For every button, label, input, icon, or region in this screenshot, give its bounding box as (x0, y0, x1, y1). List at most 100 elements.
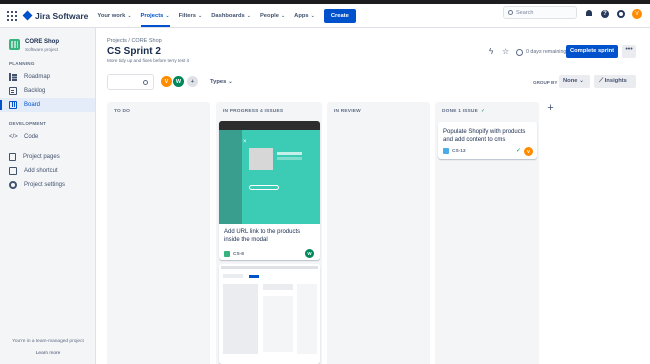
nav-apps-label: Apps (294, 12, 309, 19)
sidebar-item-project-pages[interactable]: Project pages (0, 150, 95, 164)
group-by-label: GROUP BY (533, 80, 558, 85)
check-icon: ✓ (481, 109, 486, 114)
insights-button[interactable]: ⟋ Insights (594, 75, 636, 88)
team-managed-note: You're in a team-managed project (12, 339, 84, 344)
issue-key: CS-13 (452, 148, 466, 154)
preview-header (221, 266, 318, 269)
sidebar-item-project-settings[interactable]: Project settings (0, 178, 95, 192)
card-assignee-avatar[interactable]: V (524, 147, 533, 156)
automation-icon[interactable]: ϟ (489, 48, 497, 56)
chevron-down-icon: ⌄ (246, 12, 251, 19)
search-icon (143, 80, 148, 85)
chevron-down-icon: ⌄ (165, 12, 170, 19)
group-by-value: None (563, 78, 578, 84)
issue-card[interactable]: Populate Shopify with products and add c… (438, 122, 537, 159)
nav-filters[interactable]: Filters ⌄ (179, 13, 203, 19)
sidebar-item-label: Board (24, 102, 41, 108)
sidebar-item-label: Add shortcut (24, 168, 58, 174)
create-button[interactable]: Create (323, 8, 356, 23)
chevron-down-icon: ⌄ (227, 79, 233, 85)
global-search-input[interactable]: Search (503, 6, 577, 19)
chevron-down-icon: ⌄ (127, 12, 132, 19)
card-assignee-avatar[interactable]: W (305, 249, 314, 258)
project-sidebar: CORE Shop Software project PLANNING Road… (0, 28, 96, 364)
sidebar-item-board[interactable]: Board (0, 98, 95, 112)
preview-block (263, 284, 293, 290)
sidebar-item-roadmap[interactable]: Roadmap (0, 70, 95, 84)
product-text (277, 152, 302, 155)
done-check-icon: ✓ (516, 148, 522, 154)
more-actions-button[interactable]: ••• (622, 45, 636, 58)
product-image (249, 148, 273, 170)
column-title: IN REVIEW (334, 109, 361, 114)
notifications-icon[interactable] (585, 10, 593, 18)
task-icon (443, 148, 449, 154)
board-search-input[interactable] (107, 74, 154, 90)
card-cover-image (219, 264, 320, 364)
preview-block (223, 274, 243, 278)
sidebar-item-label: Backlog (24, 88, 46, 94)
sidebar-item-backlog[interactable]: Backlog (0, 84, 95, 98)
types-label: Types (210, 79, 227, 85)
nav-dashboards[interactable]: Dashboards ⌄ (211, 13, 251, 19)
code-icon: </> (9, 134, 18, 140)
issue-card[interactable] (219, 264, 320, 364)
help-icon[interactable]: ? (601, 10, 609, 18)
project-name: CORE Shop (25, 39, 59, 45)
sidebar-item-label: Project settings (24, 182, 66, 188)
board-icon (9, 101, 17, 109)
preview-block (263, 296, 293, 352)
preview-header (219, 121, 320, 130)
star-icon[interactable]: ☆ (502, 48, 510, 56)
complete-sprint-button[interactable]: Complete sprint (566, 45, 618, 58)
types-filter[interactable]: Types ⌄ (210, 79, 233, 85)
nav-apps[interactable]: Apps ⌄ (294, 13, 315, 19)
nav-projects[interactable]: Projects ⌄ (140, 12, 170, 27)
nav-dashboards-label: Dashboards (211, 12, 245, 19)
user-avatar[interactable]: V (632, 9, 642, 19)
close-icon: × (243, 139, 247, 145)
insights-label: Insights (604, 78, 627, 84)
card-title: Add URL link to the products inside the … (224, 229, 301, 243)
sidebar-item-code[interactable]: </> Code (0, 130, 95, 144)
add-people-icon[interactable]: + (186, 75, 199, 88)
chart-icon: ⟋ (599, 78, 604, 84)
days-remaining: 0 days remaining (526, 49, 567, 55)
brand-name: Jira Software (35, 10, 89, 21)
story-icon (224, 251, 230, 257)
development-heading: DEVELOPMENT (9, 121, 47, 126)
jira-logo[interactable]: Jira Software (22, 10, 89, 21)
issue-card[interactable]: × Add URL link to the products inside th… (219, 121, 320, 260)
column-title: IN PROGRESS 4 ISSUES (223, 109, 284, 114)
add-column-button[interactable]: + (544, 102, 557, 115)
chevron-down-icon: ⌄ (198, 12, 203, 19)
app-switcher-icon[interactable] (7, 10, 17, 21)
column-title: TO DO (114, 109, 131, 114)
add-shortcut-icon (9, 167, 17, 175)
preview-sidebar (219, 130, 242, 224)
chevron-down-icon: ⌄ (310, 12, 315, 19)
preview-button (249, 185, 279, 190)
preview-block (297, 284, 317, 354)
assignee-filter-avatar[interactable]: W (172, 75, 185, 88)
clock-icon (516, 49, 523, 56)
nav-people[interactable]: People ⌄ (260, 13, 285, 19)
sidebar-item-label: Code (24, 134, 39, 140)
column-in-review: IN REVIEW (327, 102, 430, 364)
backlog-icon (9, 87, 17, 95)
planning-heading: PLANNING (9, 61, 35, 66)
settings-gear-icon[interactable] (617, 10, 625, 18)
preview-block (223, 284, 258, 354)
column-to-do: TO DO (107, 102, 210, 364)
learn-more-link[interactable]: Learn more (0, 351, 96, 356)
card-title: Populate Shopify with products and add c… (443, 129, 526, 143)
group-by-select[interactable]: None ⌄ (559, 75, 590, 88)
page-title: CS Sprint 2 (107, 46, 161, 57)
breadcrumb[interactable]: Projects / CORE Shop (107, 38, 162, 44)
project-header[interactable]: CORE Shop Software project (9, 39, 95, 52)
sidebar-item-add-shortcut[interactable]: Add shortcut (0, 164, 95, 178)
nav-your-work[interactable]: Your work ⌄ (97, 13, 131, 19)
sidebar-item-label: Roadmap (24, 74, 51, 80)
search-icon (508, 10, 513, 15)
nav-people-label: People (259, 12, 279, 19)
